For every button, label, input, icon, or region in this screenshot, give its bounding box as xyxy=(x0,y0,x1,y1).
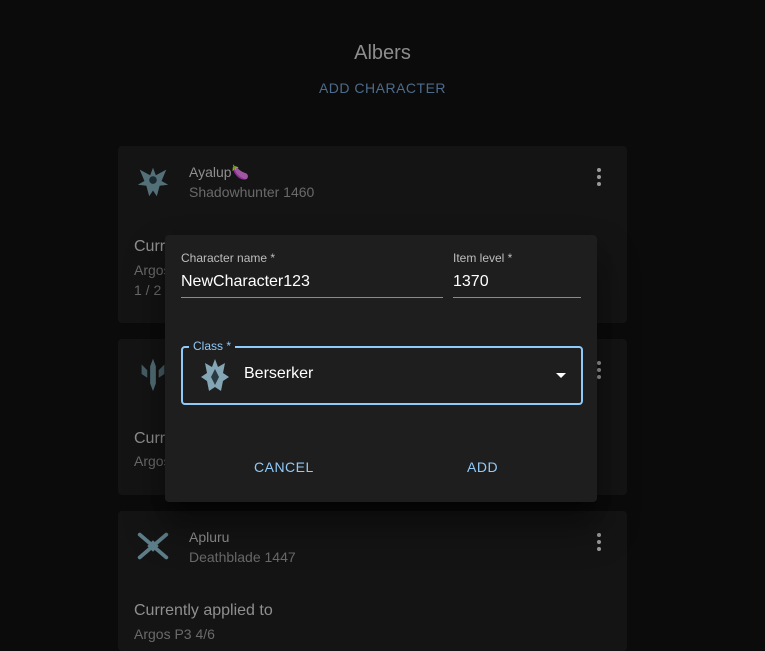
more-options-icon[interactable] xyxy=(595,168,603,188)
character-card: Apluru Deathblade 1447 Currently applied… xyxy=(118,511,627,651)
add-button[interactable]: ADD xyxy=(467,459,498,475)
character-name-underline xyxy=(181,297,443,298)
deathblade-class-icon xyxy=(137,532,169,560)
add-character-button[interactable]: ADD CHARACTER xyxy=(0,80,765,96)
cancel-button[interactable]: CANCEL xyxy=(254,459,314,475)
more-options-icon[interactable] xyxy=(595,533,603,553)
berserker-class-icon xyxy=(201,359,229,391)
raid-count: 1 / 2 xyxy=(134,282,162,298)
eggplant-emoji: 🍆 xyxy=(231,164,249,180)
shadowhunter-class-icon xyxy=(137,167,169,197)
applied-label: Curr xyxy=(134,238,166,255)
character-name: Apluru xyxy=(189,529,230,545)
applied-label: Currently applied to xyxy=(134,602,273,619)
roster-title: Albers xyxy=(354,42,411,64)
add-character-dialog: Character name * NewCharacter123 Item le… xyxy=(165,235,597,502)
class-select[interactable] xyxy=(181,346,583,405)
class-select-value: Berserker xyxy=(244,365,314,382)
character-name: Ayalup xyxy=(189,164,232,180)
class-select-label: Class * xyxy=(189,339,236,353)
dropdown-arrow-icon[interactable] xyxy=(556,373,566,378)
character-name-input[interactable]: NewCharacter123 xyxy=(181,273,310,291)
character-name-label: Character name * xyxy=(181,251,276,265)
applied-label: Curr xyxy=(134,430,166,447)
item-level-underline xyxy=(453,297,581,298)
character-class-level: Deathblade 1447 xyxy=(189,549,296,565)
item-level-label: Item level * xyxy=(453,251,513,265)
character-class-level: Shadowhunter 1460 xyxy=(189,184,315,200)
item-level-input[interactable]: 1370 xyxy=(453,273,489,291)
